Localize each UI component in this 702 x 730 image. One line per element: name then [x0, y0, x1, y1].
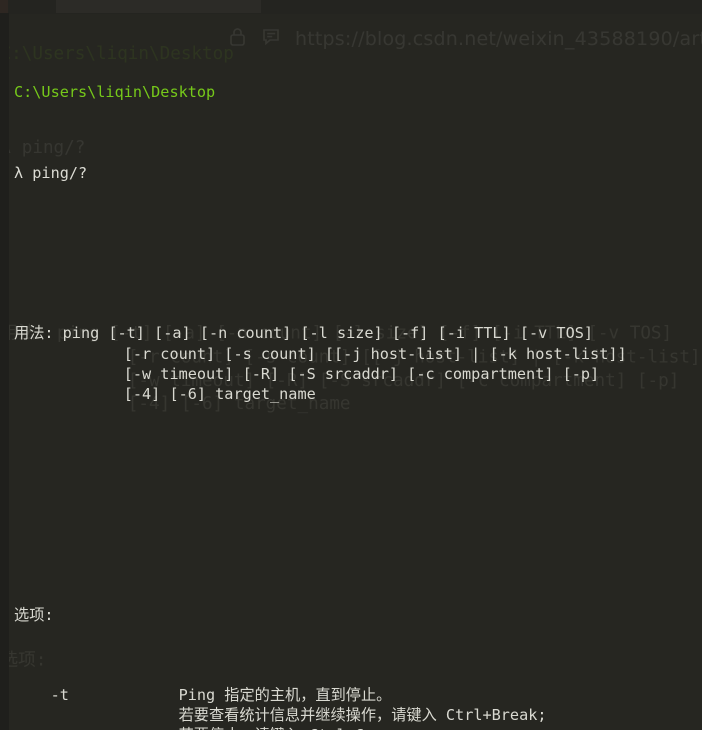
console-output: C:\Users\liqin\Desktop λ ping/? 用法: ping…	[0, 0, 702, 730]
options-block: -t Ping 指定的主机，直到停止。 若要查看统计信息并继续操作，请键入 Ct…	[14, 685, 702, 730]
option-continuation-line: 若要停止，请键入 Ctrl+C。	[14, 725, 702, 730]
prompt-path-line: C:\Users\liqin\Desktop	[14, 82, 702, 102]
usage-line: [-r count] [-s count] [[-j host-list] | …	[14, 344, 627, 363]
prompt-command: λ ping/?	[14, 163, 88, 182]
prompt-path: C:\Users\liqin\Desktop	[14, 83, 216, 102]
left-gutter	[0, 13, 9, 730]
option-row: -t Ping 指定的主机，直到停止。	[14, 686, 392, 705]
options-heading: 选项:	[14, 605, 54, 624]
usage-line: [-4] [-6] target_name	[14, 384, 316, 403]
top-band-inner	[56, 0, 261, 13]
prompt-command-line[interactable]: λ ping/?	[14, 163, 702, 183]
usage-line: [-w timeout] [-R] [-S srcaddr] [-c compa…	[14, 364, 600, 383]
usage-line: 用法: ping [-t] [-a] [-n count] [-l size] …	[14, 324, 593, 343]
usage-block: 用法: ping [-t] [-a] [-n count] [-l size] …	[14, 323, 702, 403]
terminal-window[interactable]: C:\Users\liqin\Desktop λ ping/? 用法: ping…	[0, 0, 702, 730]
option-continuation-line: 若要查看统计信息并继续操作，请键入 Ctrl+Break;	[14, 706, 547, 725]
top-band	[0, 0, 702, 20]
